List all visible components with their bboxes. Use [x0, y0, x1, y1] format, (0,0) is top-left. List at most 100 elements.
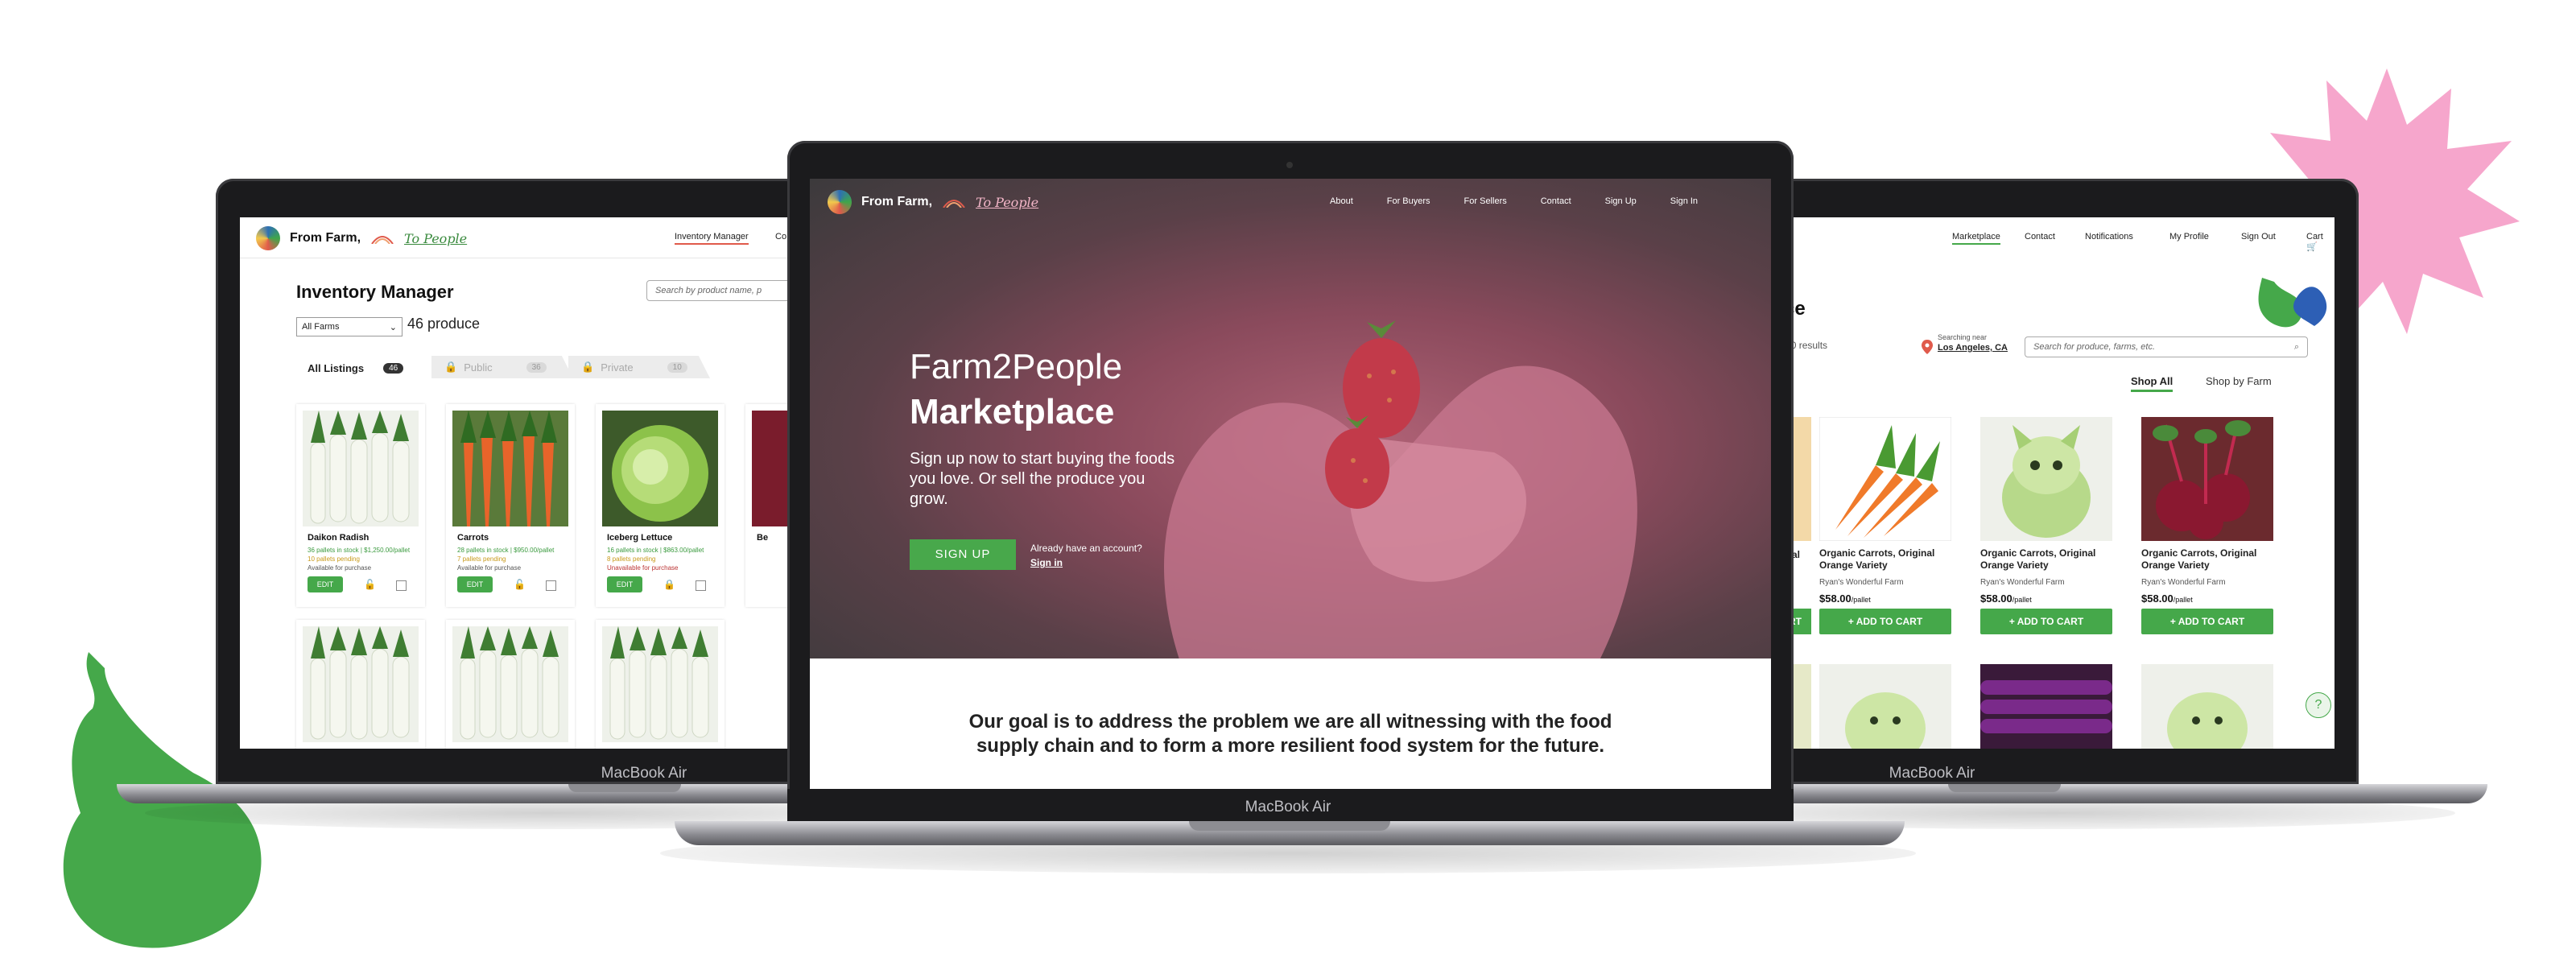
sign-in-link[interactable]: Sign in — [1030, 557, 1063, 568]
price-value: $58.00 — [1980, 592, 2013, 605]
eggplant-image — [1980, 664, 2112, 749]
nav-for-sellers[interactable]: For Sellers — [1464, 196, 1507, 206]
edit-button[interactable]: EDIT — [457, 576, 493, 592]
hero-title-line2: Marketplace — [910, 392, 1115, 431]
daikon-image — [602, 626, 718, 742]
nav-contact[interactable]: Contact — [2025, 232, 2055, 242]
hero-nav: About For Buyers For Sellers Contact Sig… — [1330, 196, 1698, 206]
price-unit: /pallet — [1851, 596, 1871, 604]
lock-icon[interactable]: 🔒 — [663, 579, 675, 590]
product-farm: Ryan's Wonderful Farm — [2141, 578, 2226, 587]
search-icon[interactable]: ⌕ — [2294, 337, 2299, 357]
hinge-notch — [1189, 821, 1390, 831]
product-price: $58.00/pallet — [1980, 592, 2032, 605]
tab-private[interactable]: 🔒 Private 10 — [568, 356, 710, 378]
select-checkbox[interactable] — [696, 580, 706, 591]
brand-tagline: To People — [404, 230, 468, 246]
nav-contact-partial[interactable]: Co — [775, 232, 786, 242]
gloved-hands-strawberries-image — [1164, 320, 1637, 658]
sun-icon — [943, 200, 965, 208]
device-label: MacBook Air — [601, 765, 687, 782]
listing-card[interactable]: Iceberg Lettuce 16 pallets in stock | $8… — [596, 404, 724, 607]
help-button[interactable]: ? — [2306, 692, 2331, 718]
tab-label: Public — [464, 361, 493, 374]
price-value: $58.00 — [1819, 592, 1852, 605]
brand-logo[interactable]: From Farm, To People — [256, 226, 467, 250]
hero-title-line1: Farm2People — [910, 347, 1123, 386]
tab-all-listings[interactable]: All Listings 46 — [308, 362, 404, 374]
card-pending: 8 pallets pending — [607, 555, 656, 563]
device-label: MacBook Air — [1889, 765, 1975, 782]
inventory-search-input[interactable]: Search by product name, p — [646, 280, 795, 301]
product-price: $58.00/pallet — [2141, 592, 2193, 605]
price-unit: /pallet — [2173, 596, 2193, 604]
daikon-image — [303, 411, 419, 526]
card-name: Iceberg Lettuce — [607, 533, 673, 543]
nav-for-buyers[interactable]: For Buyers — [1387, 196, 1430, 206]
produce-count: 46 produce — [407, 316, 481, 332]
nav-my-profile[interactable]: My Profile — [2169, 232, 2209, 242]
nav-sign-in[interactable]: Sign In — [1670, 196, 1698, 206]
edit-button[interactable]: EDIT — [308, 576, 343, 592]
farm-filter-select[interactable]: All Farms ⌄ — [296, 317, 402, 336]
sign-up-button[interactable]: SIGN UP — [910, 539, 1016, 570]
tab-shop-by-farm[interactable]: Shop by Farm — [2206, 375, 2272, 387]
carrots-image — [1819, 417, 1951, 541]
nav-contact[interactable]: Contact — [1541, 196, 1571, 206]
card-pending: 10 pallets pending — [308, 555, 360, 563]
product-name: Organic Carrots, Original Orange Variety — [2141, 547, 2257, 571]
card-pending: 7 pallets pending — [457, 555, 506, 563]
location-link[interactable]: Los Angeles, CA — [1938, 343, 2008, 353]
tab-count: 36 — [526, 361, 547, 373]
location-pin-icon — [1922, 340, 1933, 354]
brand-name: From Farm, — [290, 231, 361, 245]
listing-card[interactable] — [596, 620, 724, 749]
hero-section: From Farm, To People About For Buyers Fo… — [810, 179, 1771, 658]
listing-card[interactable]: Carrots 28 pallets in stock | $950.00/pa… — [446, 404, 575, 607]
nav-marketplace[interactable]: Marketplace — [1952, 232, 2000, 245]
cart-icon: 🛒 — [2306, 242, 2318, 252]
right-screen: Marketplace Contact Notifications My Pro… — [1779, 217, 2334, 749]
veggie-illustration-icon — [2258, 278, 2327, 328]
listing-card[interactable] — [446, 620, 575, 749]
camera-dot — [1286, 162, 1293, 168]
hero-subtitle: Sign up now to start buying the foods yo… — [910, 450, 1175, 508]
select-checkbox[interactable] — [396, 580, 407, 591]
price-unit: /pallet — [2012, 596, 2032, 604]
card-name: Daikon Radish — [308, 533, 369, 543]
center-screen: From Farm, To People About For Buyers Fo… — [810, 179, 1771, 789]
select-checkbox[interactable] — [546, 580, 556, 591]
card-name: Be — [757, 533, 769, 543]
left-screen: From Farm, To People Inventory Manager C… — [240, 217, 795, 749]
nav-notifications[interactable]: Notifications — [2085, 232, 2133, 242]
nav-sign-up[interactable]: Sign Up — [1605, 196, 1637, 206]
brand-logo[interactable]: From Farm, To People — [828, 190, 1038, 214]
card-status: Available for purchase — [308, 564, 372, 572]
tab-label: All Listings — [308, 362, 365, 374]
product-farm: Ryan's Wonderful Farm — [1819, 578, 1904, 587]
add-to-cart-button[interactable]: + ADD TO CART — [1819, 609, 1951, 634]
product-price: $58.00/pallet — [1819, 592, 1871, 605]
globe-icon — [256, 226, 280, 250]
nav-inventory-manager[interactable]: Inventory Manager — [675, 232, 749, 245]
card-stock: 36 pallets in stock | $1,250.00/pallet — [308, 547, 411, 554]
lock-icon: 🔒 — [444, 361, 458, 373]
edit-button[interactable]: EDIT — [607, 576, 642, 592]
nav-sign-out[interactable]: Sign Out — [2241, 232, 2276, 242]
add-to-cart-button[interactable]: + ADD TO CART — [2141, 609, 2273, 634]
cabbage-cat-image — [1819, 664, 1951, 749]
cabbage-cat-image — [2141, 664, 2273, 749]
listing-card[interactable]: Daikon Radish 36 pallets in stock | $1,2… — [296, 404, 425, 607]
listing-card[interactable] — [296, 620, 425, 749]
nav-cart[interactable]: Cart 🛒 — [2306, 232, 2334, 252]
add-to-cart-button[interactable]: + ADD TO CART — [1980, 609, 2112, 634]
tab-public[interactable]: 🔒 Public 36 — [431, 356, 573, 378]
device-label: MacBook Air — [1245, 799, 1331, 815]
unlock-icon[interactable]: 🔓 — [364, 579, 376, 590]
marketplace-search-input[interactable]: Search for produce, farms, etc. ⌕ — [2025, 336, 2308, 357]
lettuce-image — [602, 411, 718, 526]
unlock-icon[interactable]: 🔓 — [514, 579, 526, 590]
card-name: Carrots — [457, 533, 489, 543]
tab-shop-all[interactable]: Shop All — [2131, 375, 2174, 392]
nav-about[interactable]: About — [1330, 196, 1353, 206]
